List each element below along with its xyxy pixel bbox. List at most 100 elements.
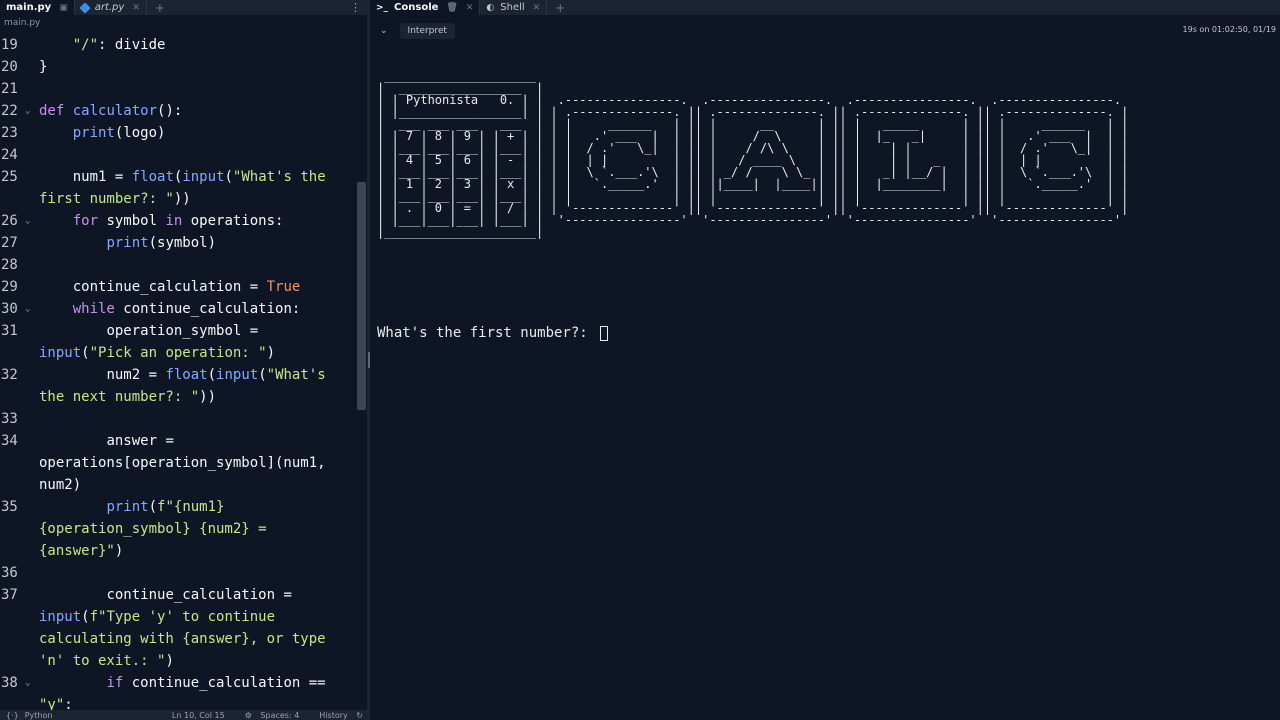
code-text: answer = operations[operation_symbol](nu… xyxy=(39,433,335,493)
line-number: 21 xyxy=(1,81,18,97)
trash-icon[interactable]: 🗑 xyxy=(446,3,457,13)
tab-art-py[interactable]: art.py ✕ xyxy=(75,0,147,15)
chevron-down-icon[interactable]: ⌄ xyxy=(380,26,388,36)
line-number: 30 ⌄ xyxy=(0,298,35,320)
line-number: 26 ⌄ xyxy=(0,210,35,232)
tab-main-py[interactable]: main.py ▣ xyxy=(0,0,75,15)
code-line[interactable]: 31 operation_symbol = input("Pick an ope… xyxy=(0,320,357,364)
code-text: operation_symbol = input("Pick an operat… xyxy=(39,323,276,361)
code-text: num1 = float(input("What's the first num… xyxy=(39,169,335,207)
line-number: 28 xyxy=(1,257,18,273)
code-line[interactable]: 29 continue_calculation = True xyxy=(0,276,357,298)
close-icon[interactable]: ✕ xyxy=(132,3,140,13)
console-toolbar: ⌄ Interpret 19s on 01:02:50, 01/19 xyxy=(370,15,1280,47)
code-line[interactable]: 36 ​ xyxy=(0,562,357,584)
code-text: num2 = float(input("What's the next numb… xyxy=(39,367,335,405)
tab-label: Shell xyxy=(500,2,525,13)
code-line[interactable]: 21 ​ xyxy=(0,78,357,100)
line-number: 19 xyxy=(1,37,18,53)
line-number: 33 xyxy=(1,411,18,427)
code-text: ​ xyxy=(35,562,357,584)
line-number: 20 xyxy=(1,59,18,75)
editor-pane: main.py ▣ art.py ✕ + ⋮ main.py 19 "/": d… xyxy=(0,0,367,720)
code-line[interactable]: 33 ​ xyxy=(0,408,357,430)
code-line[interactable]: 28 ​ xyxy=(0,254,357,276)
code-line[interactable]: 37 continue_calculation = input(f"Type '… xyxy=(0,584,357,672)
code-text: ​ xyxy=(35,78,357,100)
text-cursor[interactable] xyxy=(600,325,609,341)
editor-tabbar: main.py ▣ art.py ✕ + ⋮ xyxy=(0,0,367,15)
close-icon[interactable]: ✕ xyxy=(533,3,541,13)
code-line[interactable]: 23 print(logo) xyxy=(0,122,357,144)
line-number: 25 xyxy=(1,169,18,185)
language-label[interactable]: Python xyxy=(25,711,53,720)
code-editor[interactable]: 19 "/": divide20}21​22⌄def calculator():… xyxy=(0,34,357,716)
code-line[interactable]: 34 answer = operations[operation_symbol]… xyxy=(0,430,357,496)
add-tab-icon[interactable]: + xyxy=(555,1,565,15)
line-number: 32 xyxy=(1,367,18,383)
python-language-icon: {·} xyxy=(6,710,19,720)
editor-scrollbar[interactable] xyxy=(357,182,366,410)
line-number: 36 xyxy=(1,565,18,581)
python-file-icon xyxy=(79,1,91,14)
close-icon[interactable]: ✕ xyxy=(466,3,474,13)
line-number: 24 xyxy=(1,147,18,163)
interpreter-chip[interactable]: Interpret xyxy=(399,23,455,39)
history-button[interactable]: History ↻ xyxy=(313,711,363,720)
code-text: print(symbol) xyxy=(106,235,217,251)
code-text: continue_calculation = input(f"Type 'y' … xyxy=(39,587,335,669)
terminal-prompt-icon: >_ xyxy=(376,2,389,13)
editor-statusbar: {·} Python Ln 10, Col 15 ⚙ Spaces: 4 His… xyxy=(0,710,367,720)
code-line[interactable]: 27 print(symbol) xyxy=(0,232,357,254)
code-line[interactable]: 25 num1 = float(input("What's the first … xyxy=(0,166,357,210)
history-label: History xyxy=(319,710,348,720)
fold-chevron-icon[interactable]: ⌄ xyxy=(25,672,30,694)
history-icon: ↻ xyxy=(356,710,363,720)
run-info: 19s on 01:02:50, 01/19 xyxy=(1182,25,1276,34)
console-input-line[interactable]: What's the first number?: xyxy=(377,324,609,342)
tab-label: art.py xyxy=(94,2,125,13)
code-text: print(f"{num1} {operation_symbol} {num2}… xyxy=(39,499,276,559)
line-number: 35 xyxy=(1,499,18,515)
code-text: print(logo) xyxy=(72,125,166,141)
code-line[interactable]: 19 "/": divide xyxy=(0,34,357,56)
tab-shell[interactable]: ◐ Shell ✕ xyxy=(480,0,548,15)
console-output: _____________________ | ________________… xyxy=(377,69,1129,239)
input-prompt: What's the first number?: xyxy=(377,325,597,341)
code-text: while continue_calculation: xyxy=(72,301,301,317)
code-text: def calculator(): xyxy=(39,103,183,119)
line-number: 22 ⌄ xyxy=(0,100,35,122)
code-line[interactable]: 35 print(f"{num1} {operation_symbol} {nu… xyxy=(0,496,357,562)
code-line[interactable]: 22 ⌄ def calculator(): xyxy=(0,100,357,122)
indent-setting[interactable]: ⚙ Spaces: 4 xyxy=(239,711,300,720)
fold-chevron-icon[interactable]: ⌄ xyxy=(25,210,30,232)
line-number: 27 xyxy=(1,235,18,251)
code-text: } xyxy=(39,59,48,75)
close-icon[interactable]: ▣ xyxy=(59,3,68,13)
line-number: 23 xyxy=(1,125,18,141)
spaces-icon: ⚙ xyxy=(244,710,252,720)
cursor-position[interactable]: Ln 10, Col 15 xyxy=(172,711,225,720)
tab-label: main.py xyxy=(6,2,52,13)
line-number: 31 xyxy=(1,323,18,339)
tab-console[interactable]: >_ Console 🗑 ✕ xyxy=(370,0,481,15)
code-text: ​ xyxy=(35,254,357,276)
console-tabbar: >_ Console 🗑 ✕ ◐ Shell ✕ + xyxy=(370,0,1280,15)
code-line[interactable]: 32 num2 = float(input("What's the next n… xyxy=(0,364,357,408)
code-line[interactable]: 20} xyxy=(0,56,357,78)
more-options-icon[interactable]: ⋮ xyxy=(350,0,361,15)
add-tab-icon[interactable]: + xyxy=(155,1,165,15)
line-number: 29 xyxy=(1,279,18,295)
breadcrumb: main.py xyxy=(4,18,41,28)
code-line[interactable]: 30 ⌄ while continue_calculation: xyxy=(0,298,357,320)
spaces-label: Spaces: 4 xyxy=(260,710,300,720)
line-number: 37 xyxy=(1,587,18,603)
line-number: 34 xyxy=(1,433,18,449)
console-pane: >_ Console 🗑 ✕ ◐ Shell ✕ + ⌄ Interpret 1… xyxy=(370,0,1280,720)
code-text: ​ xyxy=(35,144,357,166)
code-line[interactable]: 26 ⌄ for symbol in operations: xyxy=(0,210,357,232)
fold-chevron-icon[interactable]: ⌄ xyxy=(25,100,30,122)
code-text: continue_calculation = True xyxy=(39,279,301,295)
fold-chevron-icon[interactable]: ⌄ xyxy=(25,298,30,320)
code-line[interactable]: 24 ​ xyxy=(0,144,357,166)
